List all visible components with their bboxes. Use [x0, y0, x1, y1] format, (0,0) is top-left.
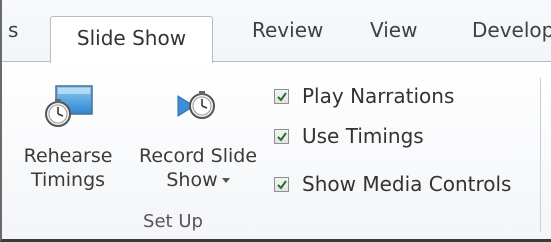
play-narrations-checkbox[interactable] — [274, 88, 289, 104]
ribbon: s Slide Show Review View Develop Rehears… — [0, 0, 551, 242]
use-timings-label: Use Timings — [302, 124, 424, 148]
show-media-controls-checkbox[interactable] — [274, 176, 289, 192]
record-slide-show-label-1: Record Slide — [138, 145, 258, 167]
play-narrations-checkbox-row[interactable]: Play Narrations — [274, 81, 454, 111]
show-media-controls-checkbox-row[interactable]: Show Media Controls — [274, 169, 511, 199]
tab-slide-show-label: Slide Show — [76, 26, 187, 50]
tab-slide-show[interactable]: Slide Show — [50, 16, 213, 63]
rehearse-timings-label-2: Timings — [30, 169, 106, 191]
show-media-controls-label: Show Media Controls — [302, 172, 512, 196]
group-separator — [540, 78, 541, 232]
tab-developer[interactable]: Develop — [472, 0, 551, 61]
chevron-down-icon[interactable] — [221, 178, 230, 183]
play-narrations-label: Play Narrations — [302, 84, 455, 108]
record-slide-show-label-2-row: Show — [134, 168, 262, 192]
record-slide-show-icon — [172, 80, 224, 130]
record-slide-show-label-2: Show — [166, 169, 218, 191]
group-label-set-up: Set Up — [143, 211, 203, 232]
tab-partial[interactable]: s — [8, 0, 18, 61]
use-timings-checkbox[interactable] — [274, 128, 289, 144]
ribbon-tab-strip: s Slide Show Review View Develop — [2, 0, 551, 63]
rehearse-timings-icon — [42, 80, 94, 130]
rehearse-timings-label-1: Rehearse — [23, 145, 113, 167]
tab-view[interactable]: View — [370, 0, 417, 61]
rehearse-timings-button[interactable]: Rehearse Timings — [16, 80, 120, 192]
use-timings-checkbox-row[interactable]: Use Timings — [274, 121, 424, 151]
tab-review[interactable]: Review — [252, 0, 323, 61]
record-slide-show-button[interactable]: Record Slide Show — [134, 80, 262, 192]
